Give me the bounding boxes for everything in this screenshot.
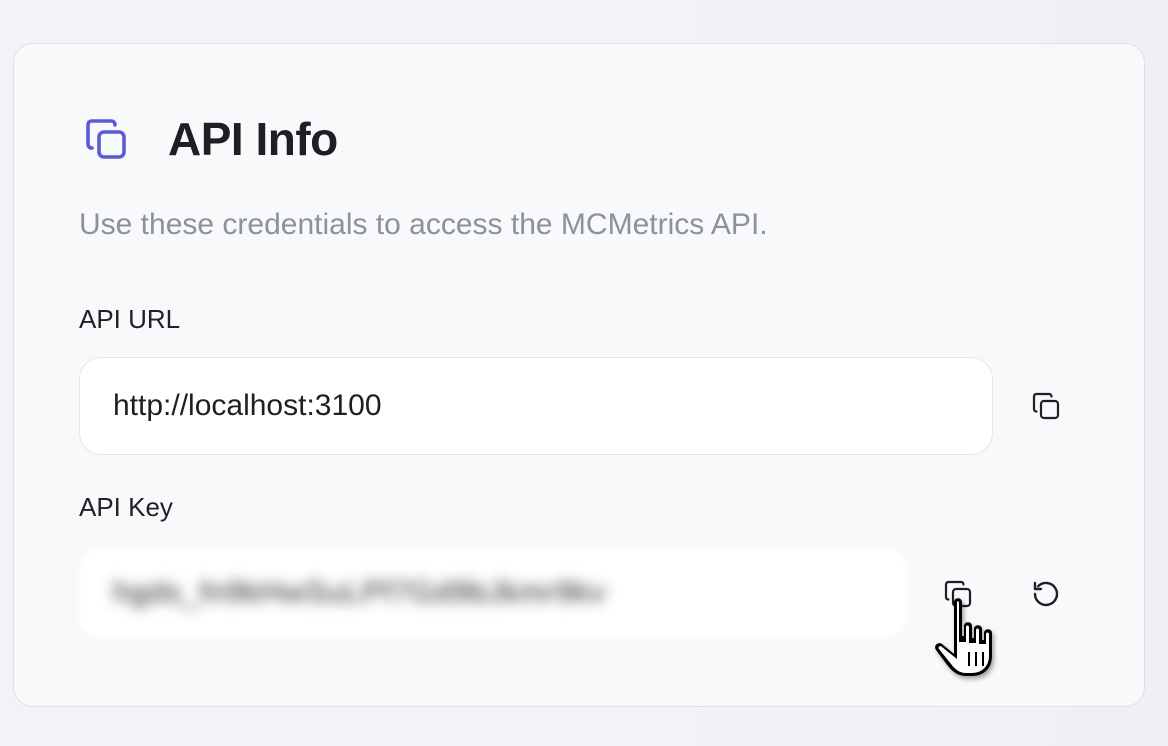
refresh-icon — [1030, 578, 1062, 610]
hand-pointer-cursor-icon — [928, 592, 1012, 684]
copy-icon — [82, 115, 130, 163]
api-key-field[interactable]: hgds_fn9kHwSuLPf7Gd9bJkmr9kv — [79, 548, 907, 638]
regenerate-key-button[interactable] — [1024, 572, 1068, 616]
card-description: Use these credentials to access the MCMe… — [79, 208, 768, 241]
api-url-field[interactable]: http://localhost:3100 — [79, 357, 993, 455]
api-key-value: hgds_fn9kHwSuLPf7Gd9bJkmr9kv — [113, 576, 607, 609]
copy-icon — [1030, 390, 1062, 422]
api-key-label: API Key — [79, 492, 173, 522]
api-url-value: http://localhost:3100 — [113, 389, 382, 422]
api-url-label: API URL — [79, 304, 181, 334]
copy-url-button[interactable] — [1024, 384, 1068, 428]
card-header: API Info — [82, 112, 338, 166]
card-title: API Info — [168, 113, 338, 165]
